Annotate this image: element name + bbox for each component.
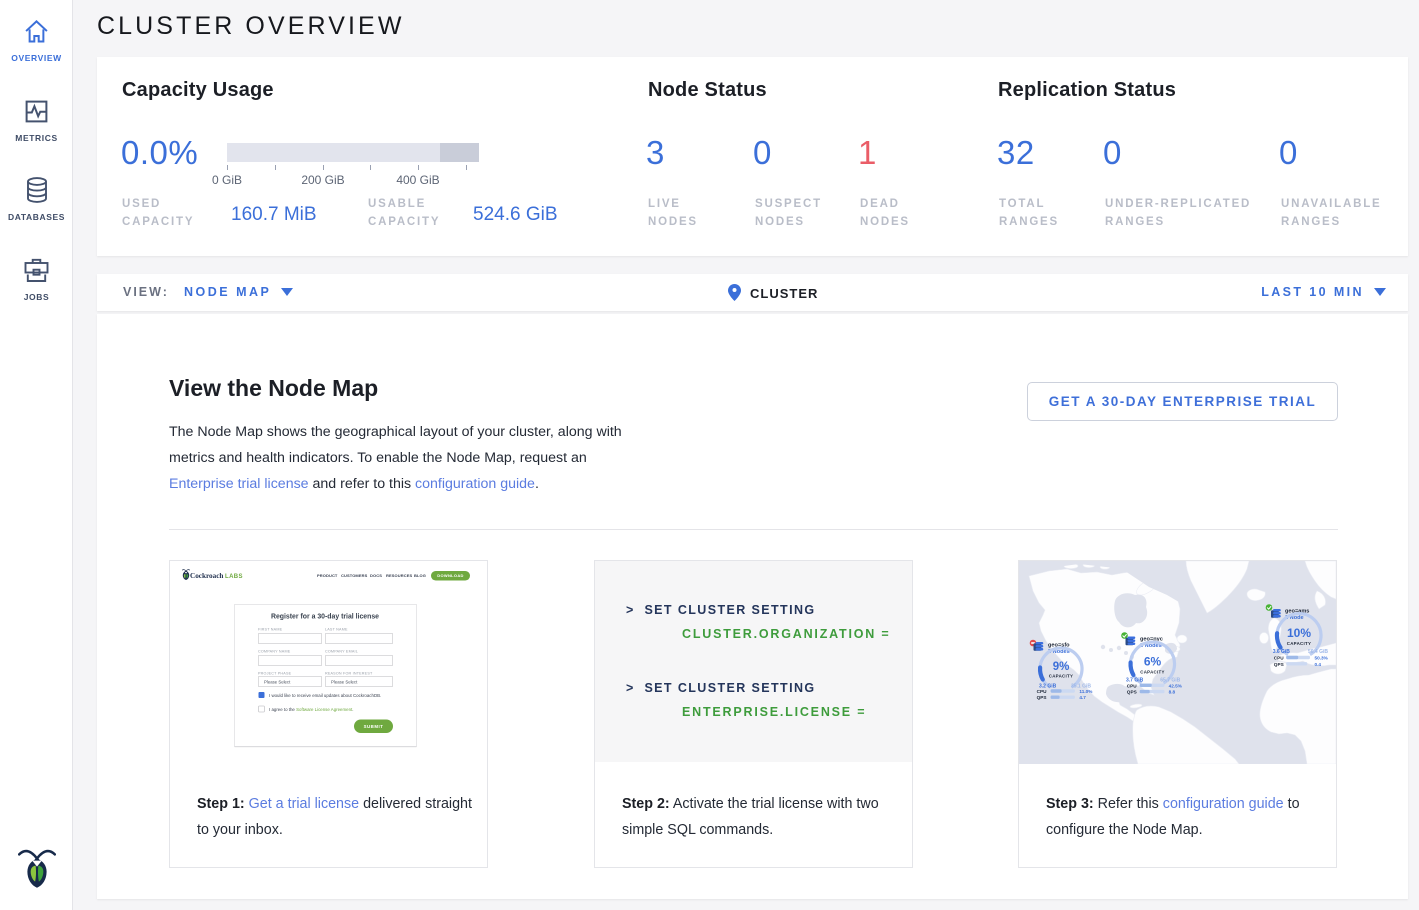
svg-text:SUBMIT: SUBMIT [364,724,384,729]
svg-text:42.5%: 42.5% [1169,683,1183,688]
svg-text:10%: 10% [1287,626,1311,640]
svg-text:QPS: QPS [1127,690,1137,695]
svg-text:PROJECT PHASE: PROJECT PHASE [258,672,292,676]
svg-text:RESOURCES: RESOURCES [386,573,412,578]
svg-text:Register for a 30-day trial li: Register for a 30-day trial license [271,614,379,621]
svg-text:CUSTOMERS: CUSTOMERS [341,573,368,578]
svg-text:CAPACITY: CAPACITY [1287,641,1312,646]
svg-text:QPS: QPS [1037,695,1047,700]
svg-text:Please Select: Please Select [264,680,291,685]
svg-text:9%: 9% [1053,661,1070,673]
svg-text:CAPACITY: CAPACITY [1049,674,1074,679]
svg-text:11.0%: 11.0% [1079,689,1093,694]
svg-text:0.4: 0.4 [1315,662,1322,667]
svg-text:FIRST NAME: FIRST NAME [258,628,283,632]
svg-text:DOCS: DOCS [370,573,382,578]
svg-text:CPU: CPU [1127,683,1138,688]
svg-text:CAPACITY: CAPACITY [1140,670,1165,675]
svg-text:COMPANY NAME: COMPANY NAME [258,650,291,654]
svg-text:50.3%: 50.3% [1315,656,1329,661]
svg-text:CPU: CPU [1037,689,1048,694]
svg-text:4.7: 4.7 [1079,695,1086,700]
svg-text:I agree to the Software Licens: I agree to the Software License Agreemen… [269,707,353,712]
svg-text:56.4 GiB: 56.4 GiB [1308,649,1328,655]
svg-text:LABS: LABS [225,574,243,580]
svg-text:DOWNLOAD: DOWNLOAD [437,573,463,578]
svg-text:REASON FOR INTEREST: REASON FOR INTEREST [325,672,373,676]
svg-text:COMPANY EMAIL: COMPANY EMAIL [325,650,358,654]
svg-text:Please Select: Please Select [331,680,358,685]
svg-text:BLOG: BLOG [414,573,426,578]
svg-text:PRODUCT: PRODUCT [317,573,338,578]
svg-text:CPU: CPU [1274,656,1285,661]
svg-text:I would like to receive email: I would like to receive email updates ab… [269,693,381,698]
svg-text:6%: 6% [1144,655,1162,669]
svg-text:3.6 GiB: 3.6 GiB [1273,649,1291,655]
svg-text:LAST NAME: LAST NAME [325,628,348,632]
svg-text:QPS: QPS [1274,662,1284,667]
svg-text:Cockroach: Cockroach [190,572,223,580]
svg-text:8.8: 8.8 [1169,690,1176,695]
